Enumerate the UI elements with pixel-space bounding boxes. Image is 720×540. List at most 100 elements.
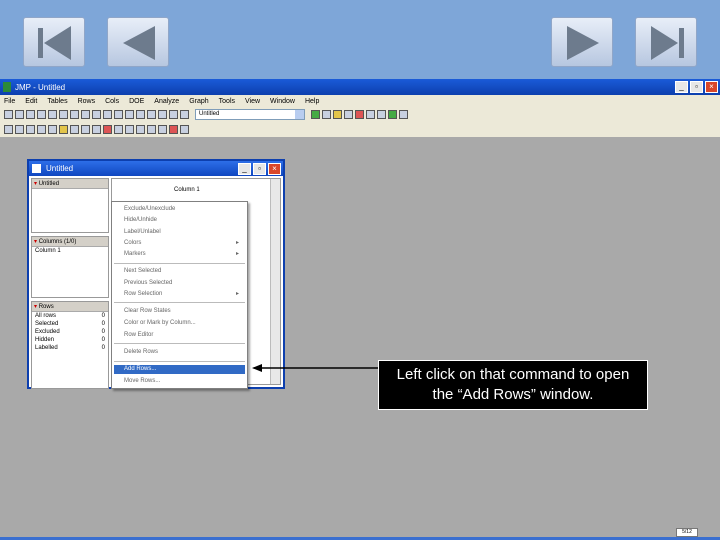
new-icon[interactable] [4, 110, 13, 119]
menu-rows[interactable]: Rows [78, 98, 96, 105]
red-triangle-icon[interactable]: ▾ [34, 181, 37, 187]
hide-icon[interactable] [147, 125, 156, 134]
color-icon[interactable] [169, 125, 178, 134]
open-icon[interactable] [15, 110, 24, 119]
menu-view[interactable]: View [245, 98, 260, 105]
rows-stat-row: Labelled 0 [32, 344, 108, 352]
distribution-icon[interactable] [311, 110, 320, 119]
table-selector-combo[interactable]: Untitled [195, 109, 305, 120]
save-icon[interactable] [26, 110, 35, 119]
chart-icon[interactable] [377, 110, 386, 119]
lasso-tool-icon[interactable] [136, 110, 145, 119]
cut-icon[interactable] [48, 110, 57, 119]
stack-icon[interactable] [15, 125, 24, 134]
rows-icon[interactable] [125, 125, 134, 134]
overlay-plot-icon[interactable] [366, 110, 375, 119]
copy-icon[interactable] [59, 110, 68, 119]
menu-item-label-unlabel[interactable]: Label/Unlabel [124, 228, 243, 237]
add-column-icon[interactable] [92, 125, 101, 134]
restore-button[interactable]: ▫ [690, 81, 703, 93]
help-tool-icon[interactable] [103, 110, 112, 119]
menu-doe[interactable]: DOE [129, 98, 144, 105]
menu-item-next-selected[interactable]: Next Selected [124, 267, 243, 276]
data-table-title: Untitled [46, 164, 74, 173]
menu-item-delete-rows[interactable]: Delete Rows [124, 348, 243, 357]
paste-icon[interactable] [70, 110, 79, 119]
menu-separator [114, 343, 245, 344]
delete-column-icon[interactable] [103, 125, 112, 134]
menu-file[interactable]: File [4, 98, 15, 105]
menu-tables[interactable]: Tables [47, 98, 67, 105]
next-slide-button[interactable] [551, 17, 613, 67]
table-maximize-button[interactable]: ▫ [253, 162, 266, 175]
table-minimize-button[interactable]: _ [238, 162, 251, 175]
hand-tool-icon[interactable] [114, 110, 123, 119]
undo-icon[interactable] [81, 110, 90, 119]
red-triangle-icon[interactable]: ▾ [34, 239, 37, 245]
line-tool-icon[interactable] [180, 110, 189, 119]
last-slide-button[interactable] [635, 17, 697, 67]
menu-item-markers[interactable]: Markers ▸ [124, 250, 243, 259]
sort-icon[interactable] [4, 125, 13, 134]
menu-window[interactable]: Window [270, 98, 295, 105]
rows-stat-value: 0 [101, 329, 105, 335]
exclude-icon[interactable] [136, 125, 145, 134]
column-list-item[interactable]: Column 1 [32, 247, 108, 255]
menu-help[interactable]: Help [305, 98, 319, 105]
zoom-tool-icon[interactable] [158, 110, 167, 119]
menu-item-row-editor[interactable]: Row Editor [124, 331, 243, 340]
skip-back-icon [38, 26, 71, 60]
vertical-scrollbar[interactable] [270, 179, 280, 384]
menu-item-row-selection[interactable]: Row Selection ▸ [124, 290, 243, 299]
close-button[interactable]: × [705, 81, 718, 93]
formula-icon[interactable] [114, 125, 123, 134]
first-slide-button[interactable] [23, 17, 85, 67]
play-back-icon [123, 26, 155, 60]
concatenate-icon[interactable] [37, 125, 46, 134]
text-tool-icon[interactable] [169, 110, 178, 119]
menu-edit[interactable]: Edit [25, 98, 37, 105]
crosshair-tool-icon[interactable] [147, 110, 156, 119]
menu-item-move-rows[interactable]: Move Rows... [124, 377, 243, 386]
arrow-tool-icon[interactable] [92, 110, 101, 119]
split-icon[interactable] [26, 125, 35, 134]
red-triangle-icon[interactable]: ▾ [34, 304, 37, 310]
menu-item-exclude-unexclude[interactable]: Exclude/Unexclude [124, 205, 243, 214]
summary-icon[interactable] [70, 125, 79, 134]
print-icon[interactable] [37, 110, 46, 119]
rows-stat-row: Excluded 0 [32, 328, 108, 336]
menu-item-add-rows[interactable]: Add Rows... [114, 365, 245, 374]
join-icon[interactable] [48, 125, 57, 134]
menu-analyze[interactable]: Analyze [154, 98, 179, 105]
matched-pairs-icon[interactable] [333, 110, 342, 119]
menu-item-previous-selected[interactable]: Previous Selected [124, 279, 243, 288]
nonlinear-icon[interactable] [355, 110, 364, 119]
table-close-button[interactable]: × [268, 162, 281, 175]
contour-plot-icon[interactable] [399, 110, 408, 119]
fit-y-by-x-icon[interactable] [322, 110, 331, 119]
marker-icon[interactable] [180, 125, 189, 134]
columns-panel-label: Columns (1/0) [38, 239, 77, 245]
spinning-plot-icon[interactable] [388, 110, 397, 119]
menu-item-color-or-mark-by-column[interactable]: Color or Mark by Column... [124, 319, 243, 328]
table-panel-header[interactable]: ▾ Untitled [32, 179, 108, 189]
menu-item-clear-row-states[interactable]: Clear Row States [124, 307, 243, 316]
subset-icon[interactable] [59, 125, 68, 134]
menu-graph[interactable]: Graph [189, 98, 208, 105]
menu-cols[interactable]: Cols [105, 98, 119, 105]
fit-model-icon[interactable] [344, 110, 353, 119]
rows-panel-header[interactable]: ▾ Rows [32, 302, 108, 312]
column-header[interactable]: Column 1 [174, 187, 200, 193]
toolbar-1: Untitled [0, 107, 720, 122]
columns-panel-header[interactable]: ▾ Columns (1/0) [32, 237, 108, 247]
transpose-icon[interactable] [81, 125, 90, 134]
menu-item-colors[interactable]: Colors ▸ [124, 239, 243, 248]
previous-slide-button[interactable] [107, 17, 169, 67]
menu-item-hide-unhide[interactable]: Hide/Unhide [124, 216, 243, 225]
minimize-button[interactable]: _ [675, 81, 688, 93]
rows-stat-value: 0 [101, 337, 105, 343]
brush-tool-icon[interactable] [125, 110, 134, 119]
menu-tools[interactable]: Tools [219, 98, 235, 105]
label-icon[interactable] [158, 125, 167, 134]
chevron-down-icon[interactable] [295, 110, 304, 119]
